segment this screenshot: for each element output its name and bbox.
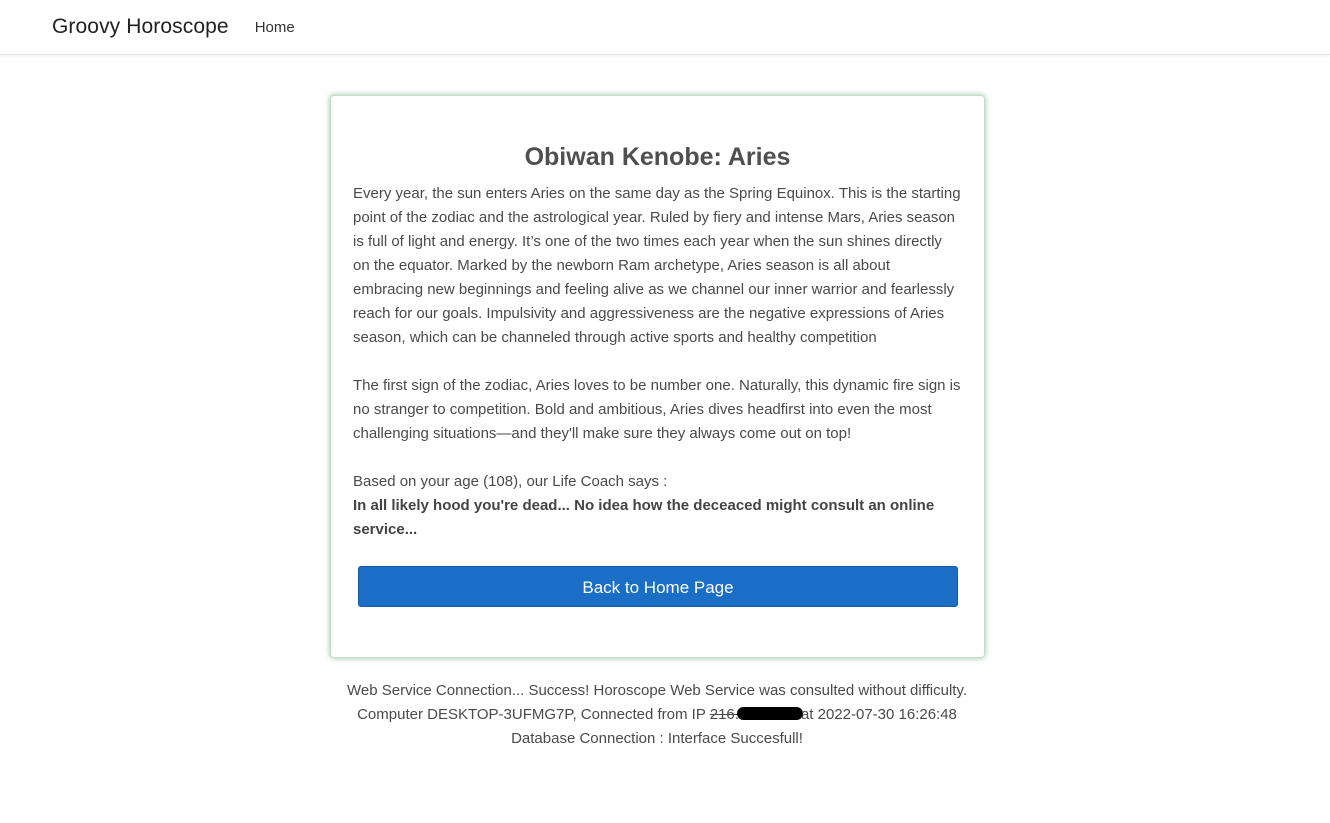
web-service-status: Web Service Connection... Success! Horos…	[346, 682, 968, 699]
redaction-mark	[736, 707, 803, 720]
brand-logo-link[interactable]: Groovy Horoscope	[52, 15, 229, 39]
back-to-home-button[interactable]: Back to Home Page	[358, 566, 958, 607]
status-footer: Web Service Connection... Success! Horos…	[0, 679, 1314, 751]
horoscope-title: Obiwan Kenobe: Aries	[524, 143, 791, 171]
connection-timestamp: at 2022-07-30 16:26:48	[800, 706, 957, 723]
connection-info: Computer DESKTOP-3UFMG7P, Connected from…	[0, 703, 1314, 727]
database-status: Database Connection : Interface Succesfu…	[511, 730, 803, 747]
horoscope-paragraph-1: Every year, the sun enters Aries on the …	[353, 185, 961, 346]
life-coach-intro: Based on your age (108), our Life Coach …	[353, 473, 668, 490]
top-navbar: Groovy Horoscope Home	[0, 0, 1330, 55]
horoscope-card: Obiwan Kenobe: Aries Every year, the sun…	[330, 95, 985, 658]
connection-prefix: Computer DESKTOP-3UFMG7P, Connected from…	[357, 706, 710, 723]
life-coach-advice: In all likely hood you're dead... No ide…	[353, 497, 935, 538]
nav-home-link[interactable]: Home	[255, 19, 295, 36]
horoscope-paragraph-2: The first sign of the zodiac, Aries love…	[353, 377, 961, 442]
ip-visible-part: 216.	[709, 706, 739, 723]
